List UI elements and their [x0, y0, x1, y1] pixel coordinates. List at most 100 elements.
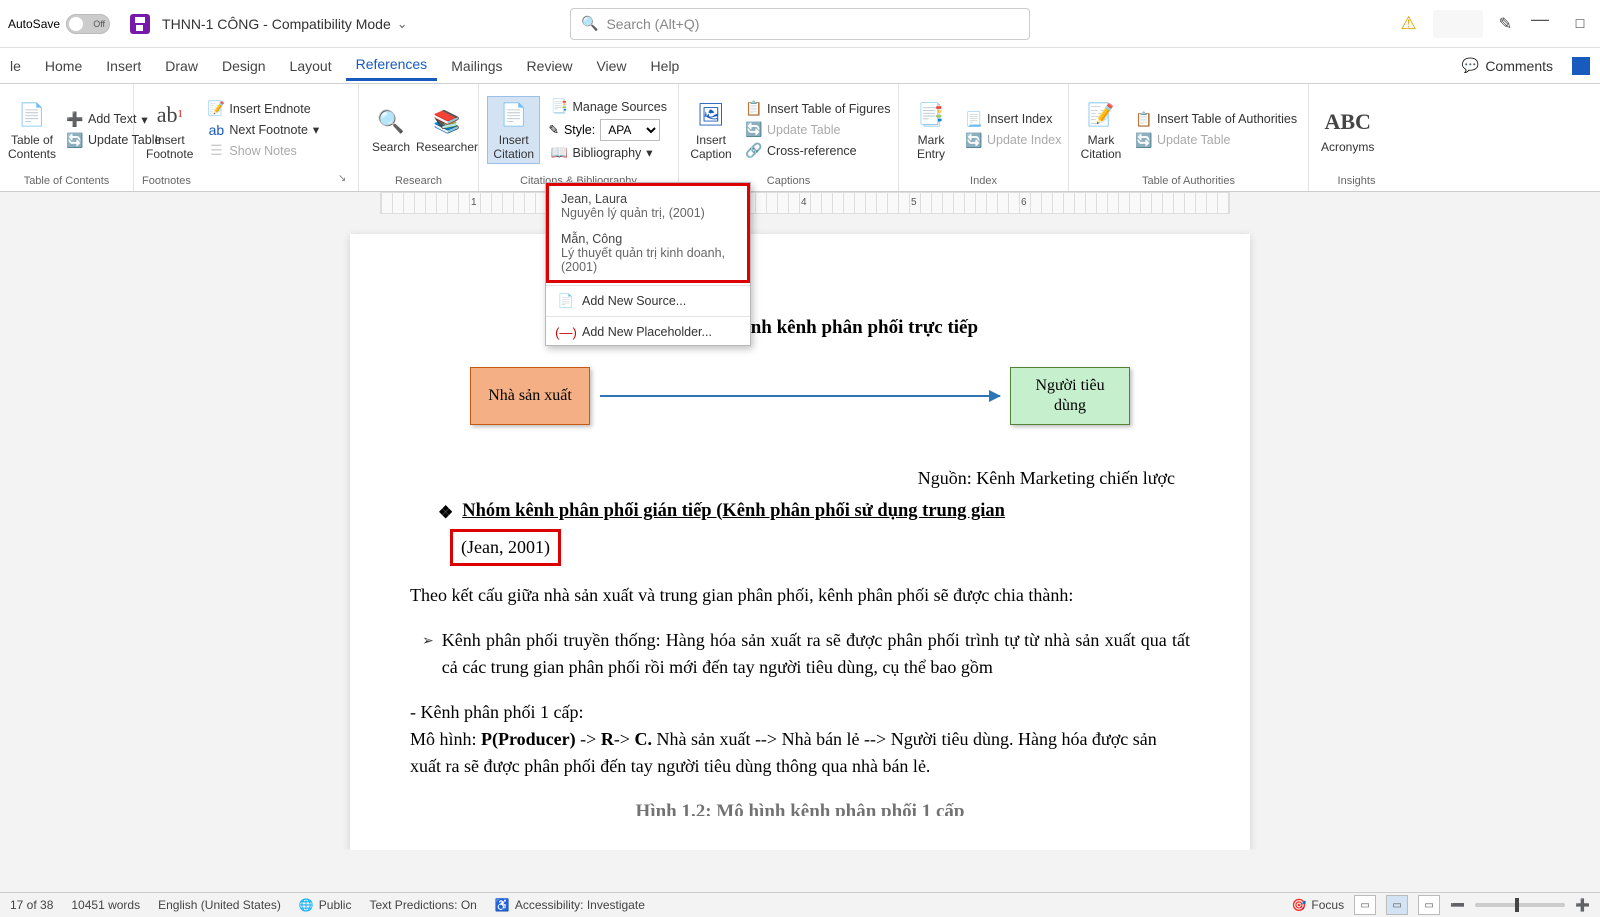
mark-citation-button[interactable]: 📝 Mark Citation: [1077, 97, 1125, 163]
insert-toa-button[interactable]: 📋Insert Table of Authorities: [1133, 110, 1300, 128]
citation-source-item[interactable]: Mẫn, Công Lý thuyết quản trị kinh doanh,…: [549, 226, 747, 280]
toc-icon: 📄: [16, 99, 48, 131]
citation-style-select[interactable]: APA: [600, 119, 660, 141]
read-mode-button[interactable]: ▭: [1354, 895, 1376, 915]
print-layout-button[interactable]: ▭: [1386, 895, 1408, 915]
public-status[interactable]: 🌐Public: [299, 898, 352, 912]
cross-reference-button[interactable]: 🔗Cross-reference: [743, 142, 893, 160]
mark-entry-icon: 📑: [915, 99, 947, 131]
show-notes-icon: ☰: [208, 143, 224, 159]
update-toa-button: 🔄Update Table: [1133, 131, 1300, 149]
ribbon: 📄 Table of Contents ➕Add Text ▾ 🔄Update …: [0, 84, 1600, 192]
tab-help[interactable]: Help: [641, 52, 690, 80]
zoom-out-button[interactable]: ➖: [1450, 898, 1465, 912]
focus-mode-button[interactable]: 🎯Focus: [1291, 898, 1344, 912]
ruler-number: 5: [911, 197, 917, 208]
bibliography-button[interactable]: 📖Bibliography ▾: [548, 144, 670, 162]
group-research: 🔍 Search 📚 Researcher Research: [359, 84, 479, 191]
source-title: Nguyên lý quản trị, (2001): [561, 206, 735, 220]
page-count[interactable]: 17 of 38: [10, 898, 53, 912]
accessibility-icon: ♿: [495, 898, 510, 912]
tab-home[interactable]: Home: [35, 52, 92, 80]
footnotes-dialog-launcher[interactable]: ↘: [338, 173, 350, 185]
table-of-contents-button[interactable]: 📄 Table of Contents: [8, 97, 56, 163]
acronyms-button[interactable]: ABC Acronyms: [1317, 104, 1378, 156]
group-index: 📑 Mark Entry 📃Insert Index 🔄Update Index…: [899, 84, 1069, 191]
tab-draw[interactable]: Draw: [155, 52, 208, 80]
group-table-of-contents: 📄 Table of Contents ➕Add Text ▾ 🔄Update …: [0, 84, 134, 191]
research-search-icon: 🔍: [375, 106, 407, 138]
insert-table-of-figures-button[interactable]: 📋Insert Table of Figures: [743, 100, 893, 118]
insert-endnote-button[interactable]: 📝Insert Endnote: [205, 100, 322, 118]
producer-box[interactable]: Nhà sản xuất: [470, 367, 590, 425]
inserted-citation[interactable]: (Jean, 2001): [450, 529, 561, 566]
document-title[interactable]: THNN-1 CÔNG - Compatibility Mode: [162, 16, 391, 32]
user-avatar[interactable]: [1433, 10, 1483, 38]
arr2: ->: [614, 729, 635, 749]
manage-sources-button[interactable]: 📑Manage Sources: [548, 98, 670, 116]
tab-design[interactable]: Design: [212, 52, 276, 80]
ruler[interactable]: 123456: [380, 192, 1230, 214]
file-tab-fragment[interactable]: le: [10, 52, 31, 80]
cross-reference-label: Cross-reference: [767, 144, 857, 158]
toggle-off[interactable]: Off: [66, 14, 110, 34]
model-heading: Hình 1.1: Mô hình kênh phân phối trực ti…: [410, 314, 1190, 343]
accessibility-status[interactable]: ♿ Accessibility: Investigate: [495, 898, 645, 912]
update-captions-button: 🔄Update Table: [743, 121, 893, 139]
mark-entry-label: Mark Entry: [917, 133, 945, 161]
save-icon[interactable]: [130, 14, 150, 34]
title-chevron-down-icon[interactable]: ⌄: [397, 16, 408, 32]
language[interactable]: English (United States): [158, 898, 281, 912]
bullet-paragraph: ➢ Kênh phân phối truyền thống: Hàng hóa …: [422, 627, 1190, 681]
sources-highlight-box: Jean, Laura Nguyên lý quản trị, (2001) M…: [546, 183, 750, 283]
pen-icon[interactable]: ✎: [1499, 14, 1512, 34]
group-footnotes: ab1 Insert Footnote 📝Insert Endnote abNe…: [134, 84, 359, 191]
insert-citation-button[interactable]: 📄 Insert Citation: [487, 96, 540, 164]
tab-references[interactable]: References: [346, 50, 438, 81]
group-label: Table of Authorities: [1142, 171, 1235, 187]
insert-footnote-label: Insert Footnote: [146, 133, 193, 161]
comments-button[interactable]: 💬 Comments: [1451, 52, 1564, 79]
word-count[interactable]: 10451 words: [71, 898, 140, 912]
web-layout-button[interactable]: ▭: [1418, 895, 1440, 915]
tab-mailings[interactable]: Mailings: [441, 52, 512, 80]
insert-caption-button[interactable]: 🖼 Insert Caption: [687, 97, 735, 163]
tab-view[interactable]: View: [586, 52, 636, 80]
bottom-cut-heading: Hình 1.2: Mô hình kênh phân phối 1 cấp: [410, 798, 1190, 816]
mark-entry-button[interactable]: 📑 Mark Entry: [907, 97, 955, 163]
citation-source-item[interactable]: Jean, Laura Nguyên lý quản trị, (2001): [549, 186, 747, 226]
tab-insert[interactable]: Insert: [96, 52, 151, 80]
tab-layout[interactable]: Layout: [280, 52, 342, 80]
window-minimize-button[interactable]: —: [1528, 9, 1552, 30]
zoom-slider[interactable]: [1475, 903, 1565, 907]
text-predictions[interactable]: Text Predictions: On: [369, 898, 476, 912]
group-citations: 📄 Insert Citation 📑Manage Sources ✎ Styl…: [479, 84, 679, 191]
researcher-button[interactable]: 📚 Researcher: [423, 104, 471, 156]
add-source-icon: 📄: [558, 293, 574, 309]
document-page[interactable]: Hình 1.1: Mô hình kênh phân phối trực ti…: [350, 234, 1250, 850]
acronyms-icon: ABC: [1332, 106, 1364, 138]
autosave-toggle[interactable]: AutoSave Off: [8, 14, 110, 34]
next-footnote-button[interactable]: abNext Footnote ▾: [205, 121, 322, 139]
consumer-box[interactable]: Người tiêu dùng: [1010, 367, 1130, 425]
zoom-in-button[interactable]: ➕: [1575, 898, 1590, 912]
document-area[interactable]: Hình 1.1: Mô hình kênh phân phối trực ti…: [0, 214, 1600, 850]
add-new-placeholder-button[interactable]: (—) Add New Placeholder...: [546, 319, 750, 345]
insert-index-button[interactable]: 📃Insert Index: [963, 110, 1064, 128]
window-maximize-button[interactable]: ☐: [1568, 17, 1592, 31]
triangle-bullet-icon: ➢: [422, 631, 434, 681]
share-fragment-icon[interactable]: [1572, 57, 1590, 75]
manage-sources-icon: 📑: [551, 99, 567, 115]
search-input[interactable]: 🔍 Search (Alt+Q): [570, 8, 1030, 40]
group-label: Insights: [1338, 171, 1376, 187]
warning-icon[interactable]: ⚠: [1400, 13, 1416, 34]
search-button[interactable]: 🔍 Search: [367, 104, 415, 156]
ruler-number: 4: [801, 197, 807, 208]
add-new-source-button[interactable]: 📄 Add New Source...: [546, 288, 750, 314]
accessibility-label: Accessibility: Investigate: [515, 898, 645, 912]
insert-footnote-button[interactable]: ab1 Insert Footnote: [142, 97, 197, 163]
tab-review[interactable]: Review: [517, 52, 583, 80]
insert-toa-label: Insert Table of Authorities: [1157, 112, 1297, 126]
menu-bar: le HomeInsertDrawDesignLayoutReferencesM…: [0, 48, 1600, 84]
zoom-knob[interactable]: [1515, 898, 1519, 912]
